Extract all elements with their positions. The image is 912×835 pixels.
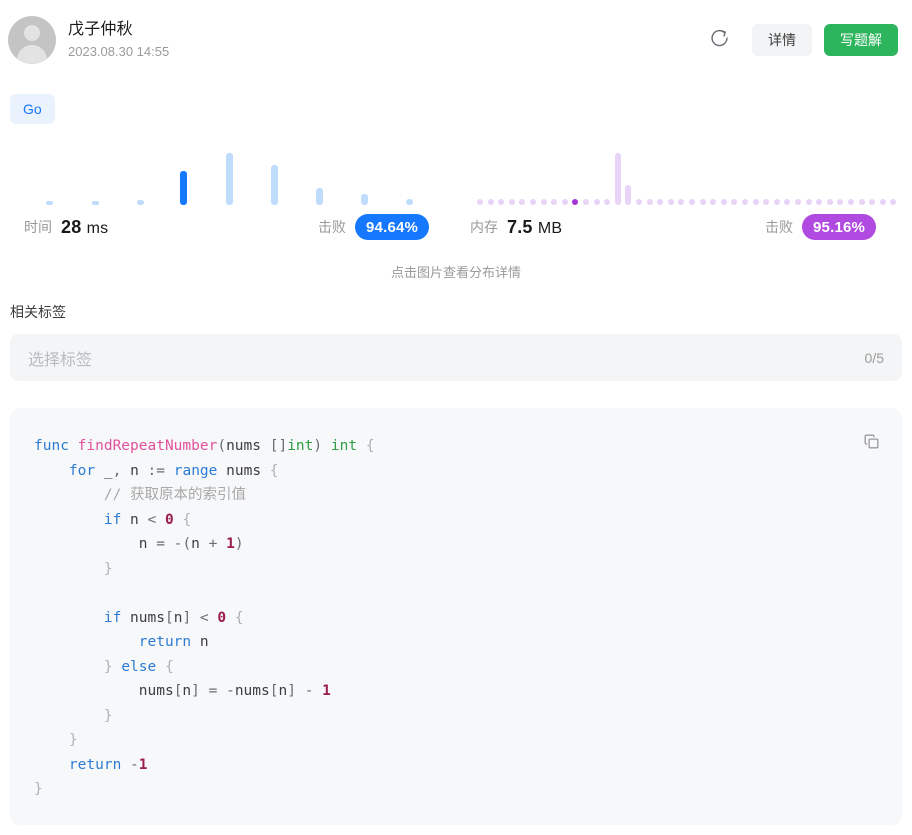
share-button[interactable] [704, 25, 734, 55]
memory-bar [604, 199, 610, 205]
avatar[interactable] [8, 16, 56, 64]
runtime-beat-badge: 94.64% [355, 214, 429, 240]
memory-bar [678, 199, 684, 205]
memory-bar [594, 199, 600, 205]
memory-bar [668, 199, 674, 205]
memory-bar [615, 153, 621, 205]
runtime-beat-stat: 击败 94.64% [318, 212, 429, 242]
memory-bar [488, 199, 494, 205]
runtime-bar [271, 165, 278, 205]
memory-bar [647, 199, 653, 205]
detail-button[interactable]: 详情 [752, 24, 812, 56]
user-meta: 戊子仲秋 2023.08.30 14:55 [68, 19, 169, 62]
write-solution-button[interactable]: 写题解 [824, 24, 898, 56]
memory-bar [890, 199, 896, 205]
code-block-card: func findRepeatNumber(nums []int) int { … [10, 408, 902, 825]
tags-section-title: 相关标签 [10, 302, 66, 322]
memory-bar [742, 199, 748, 205]
memory-beat-badge: 95.16% [802, 214, 876, 240]
runtime-label: 时间 [24, 217, 52, 237]
memory-bar [795, 199, 801, 205]
memory-bar [859, 199, 865, 205]
runtime-bar [46, 201, 53, 205]
runtime-bar [137, 200, 144, 205]
memory-bar [837, 199, 843, 205]
runtime-bar [226, 153, 233, 205]
memory-bar [806, 199, 812, 205]
code-content[interactable]: func findRepeatNumber(nums []int) int { … [10, 408, 902, 802]
runtime-value: 28 ms [61, 217, 108, 238]
language-row: Go [10, 94, 55, 124]
memory-bar [784, 199, 790, 205]
runtime-stat: 时间 28 ms [24, 212, 108, 242]
memory-bar [530, 199, 536, 205]
memory-label: 内存 [470, 217, 498, 237]
memory-bar [519, 199, 525, 205]
tag-select-input[interactable]: 选择标签 0/5 [10, 334, 902, 381]
memory-bar [753, 199, 759, 205]
memory-stat: 内存 7.5 MB [470, 212, 562, 242]
memory-bar [827, 199, 833, 205]
memory-bar [498, 199, 504, 205]
share-refresh-icon [709, 28, 730, 52]
memory-bar [763, 199, 769, 205]
tag-count: 0/5 [865, 350, 884, 366]
copy-icon [862, 432, 881, 454]
memory-bar [583, 199, 589, 205]
memory-bar [689, 199, 695, 205]
runtime-distribution-chart[interactable] [24, 140, 436, 205]
runtime-bar [92, 201, 99, 205]
runtime-bar [406, 199, 413, 205]
memory-bar [477, 199, 483, 205]
memory-bar [731, 199, 737, 205]
memory-bar [636, 199, 642, 205]
memory-bar [625, 185, 631, 205]
memory-beat-stat: 击败 95.16% [765, 212, 876, 242]
language-tag[interactable]: Go [10, 94, 55, 124]
memory-bar [551, 199, 557, 205]
memory-bar [541, 199, 547, 205]
memory-bar [509, 199, 515, 205]
stats-section: 时间 28 ms 击败 94.64% 内存 7.5 MB 击败 95.16% [0, 140, 912, 260]
memory-bar [562, 199, 568, 205]
memory-distribution-chart[interactable] [470, 140, 890, 205]
submission-detail-page: 戊子仲秋 2023.08.30 14:55 详情 写题解 Go 时间 28 ms [0, 0, 912, 835]
memory-bar [700, 199, 706, 205]
memory-bar [572, 199, 578, 205]
runtime-beat-label: 击败 [318, 217, 346, 237]
memory-value: 7.5 MB [507, 217, 562, 238]
user-name[interactable]: 戊子仲秋 [68, 19, 169, 41]
avatar-image [8, 16, 56, 64]
copy-button[interactable] [860, 432, 882, 454]
memory-bar [848, 199, 854, 205]
runtime-bar [316, 188, 323, 205]
memory-bar [816, 199, 822, 205]
submission-header: 戊子仲秋 2023.08.30 14:55 详情 写题解 [0, 0, 912, 80]
memory-bar [880, 199, 886, 205]
memory-beat-label: 击败 [765, 217, 793, 237]
memory-bar [721, 199, 727, 205]
memory-bar [774, 199, 780, 205]
chart-hint: 点击图片查看分布详情 [0, 262, 912, 281]
runtime-bar [180, 171, 187, 205]
runtime-bar [361, 194, 368, 205]
submit-timestamp: 2023.08.30 14:55 [68, 42, 169, 62]
memory-bar [657, 199, 663, 205]
tag-placeholder: 选择标签 [28, 346, 865, 370]
memory-bar [710, 199, 716, 205]
memory-bar [869, 199, 875, 205]
